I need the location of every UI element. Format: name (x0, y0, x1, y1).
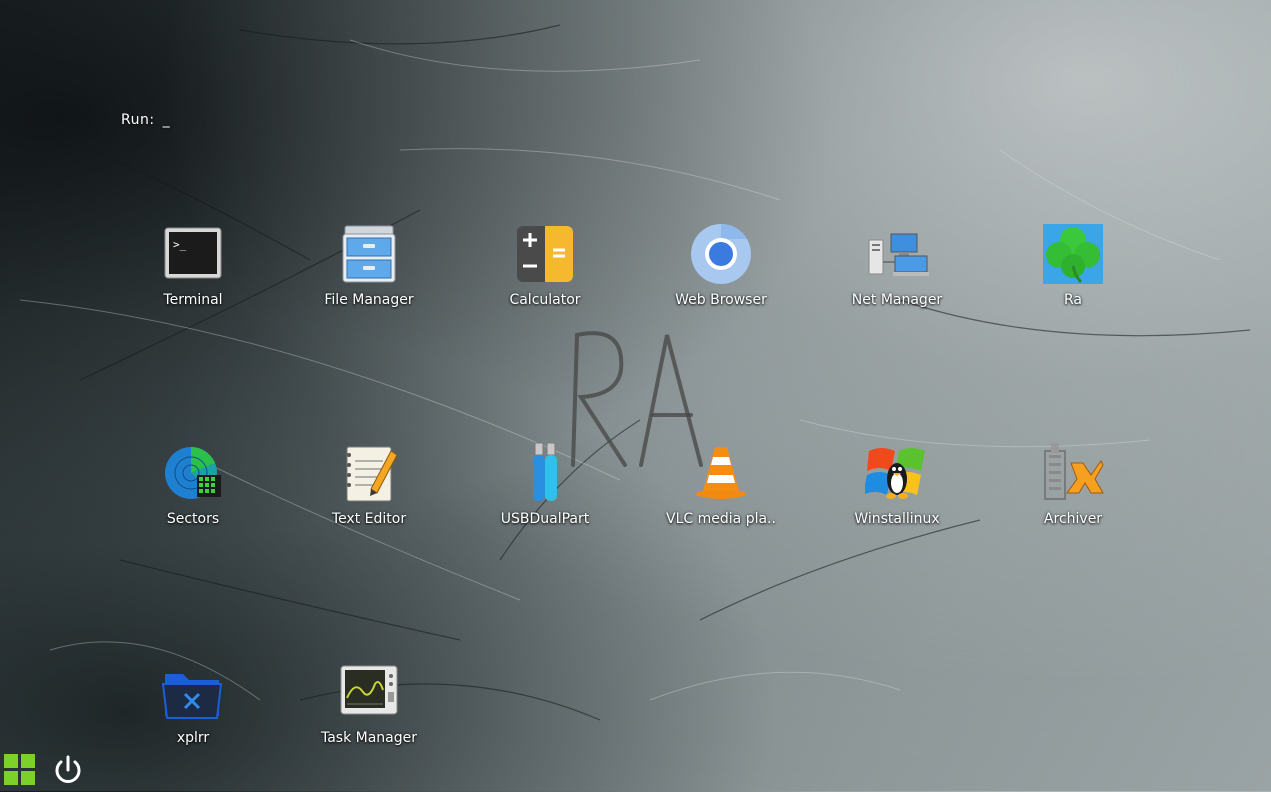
desktop-icon-winstallinux[interactable]: Winstallinux (822, 441, 972, 527)
power-button[interactable] (50, 752, 86, 788)
icon-label: xplrr (176, 730, 210, 746)
icon-label: Text Editor (331, 511, 407, 527)
icon-label: Task Manager (320, 730, 418, 746)
icon-label: Net Manager (851, 292, 943, 308)
file-cabinet-icon (342, 225, 396, 283)
icon-label: File Manager (324, 292, 414, 308)
desktop-icon-vlc[interactable]: VLC media pla.. (646, 441, 796, 527)
icon-label: VLC media pla.. (666, 511, 776, 527)
archive-zipper-icon (1044, 443, 1104, 500)
usb-drives-icon (533, 442, 557, 501)
run-prompt[interactable]: Run: _ (121, 112, 170, 128)
icon-label: USBDualPart (500, 511, 590, 527)
windows-tux-icon (865, 448, 925, 499)
icon-label: Archiver (1043, 511, 1103, 527)
start-button[interactable] (2, 752, 38, 788)
clover-icon (1043, 224, 1103, 284)
icon-label: Terminal (163, 292, 223, 308)
power-icon (55, 755, 81, 783)
icon-label: Winstallinux (854, 511, 940, 527)
run-cursor: _ (162, 112, 171, 128)
desktop-icon-sectors[interactable]: Sectors (118, 441, 268, 527)
icon-label: Calculator (509, 292, 581, 308)
disk-sectors-icon (165, 447, 221, 499)
start-grid-icon (4, 754, 35, 785)
chromium-icon (691, 224, 751, 284)
monitor-graph-icon (340, 665, 398, 715)
blue-folder-icon (161, 674, 223, 719)
notepad-pencil-icon (346, 446, 398, 502)
calculator-icon (517, 226, 573, 282)
icon-label: Web Browser (675, 292, 767, 308)
vlc-cone-icon (695, 447, 747, 499)
desktop-icon-text-editor[interactable]: Text Editor (294, 441, 444, 527)
desktop-icon-web-browser[interactable]: Web Browser (646, 222, 796, 308)
svg-text:>_: >_ (173, 238, 187, 251)
run-label: Run: (121, 112, 155, 128)
network-computers-icon (868, 233, 929, 276)
desktop-icon-task-manager[interactable]: Task Manager (294, 660, 444, 746)
desktop-icon-usbdualpart[interactable]: USBDualPart (470, 441, 620, 527)
desktop-icon-net-manager[interactable]: Net Manager (822, 222, 972, 308)
desktop-icon-file-manager[interactable]: File Manager (294, 222, 444, 308)
desktop-icon-terminal[interactable]: >_ Terminal (118, 222, 268, 308)
desktop-icon-xplrr[interactable]: xplrr (118, 660, 268, 746)
terminal-icon: >_ (164, 227, 222, 279)
desktop-icon-archiver[interactable]: Archiver (998, 441, 1148, 527)
icon-label: Ra (1064, 292, 1082, 308)
desktop-icon-calculator[interactable]: Calculator (470, 222, 620, 308)
icon-label: Sectors (166, 511, 220, 527)
desktop-icon-ra[interactable]: Ra (998, 222, 1148, 308)
